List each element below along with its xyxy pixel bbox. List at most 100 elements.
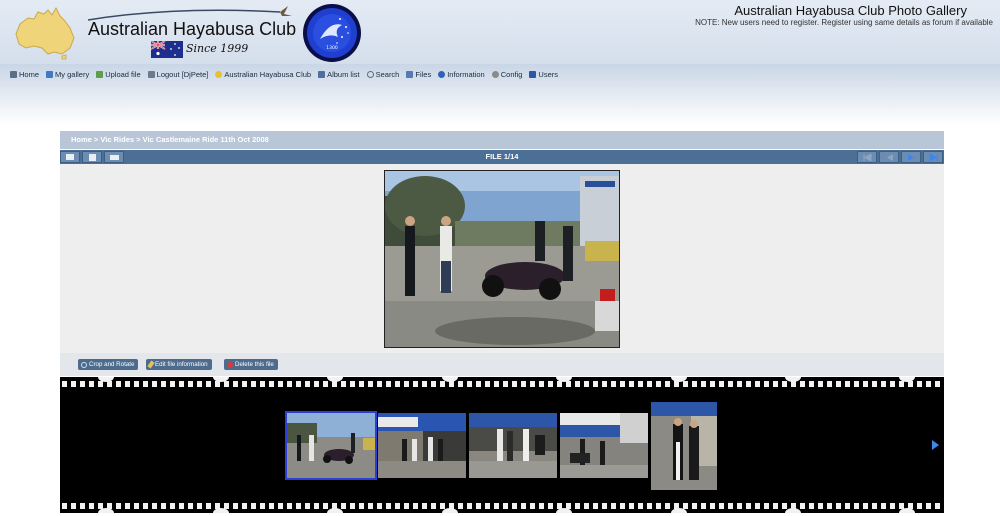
australia-map-logo [15,6,75,60]
film-sprocket-hole [872,503,877,509]
film-sprocket-hole [782,503,787,509]
first-file-button[interactable] [857,151,877,163]
breadcrumb-album-link[interactable]: Vic Rides [100,135,134,144]
film-sprocket-hole [665,381,670,387]
film-sprocket-hole [377,503,382,509]
film-sprocket-hole [404,381,409,387]
film-sprocket-hole [413,503,418,509]
film-sprocket-hole [575,503,580,509]
film-sprocket-hole [530,503,535,509]
delete-file-button[interactable]: Delete this file [224,359,278,370]
film-sprocket-hole [539,503,544,509]
info-icon [438,70,446,78]
film-sprockets-top [60,377,944,393]
film-sprocket-hole [566,381,571,387]
film-sprocket-hole [422,503,427,509]
breadcrumb: Home > Vic Rides > Vic Castlemaine Ride … [60,131,944,149]
film-sprocket-hole [80,503,85,509]
breadcrumb-current-album-link[interactable]: Vic Castlemaine Ride 11th Oct 2008 [143,135,269,144]
film-sprocket-hole [458,503,463,509]
film-sprocket-hole [395,503,400,509]
thumbnail-4[interactable] [560,413,648,478]
nav-club-label: Australian Hayabusa Club [224,69,312,79]
file-info-icon [88,153,96,161]
film-sprocket-hole [287,503,292,509]
film-sprocket-hole [647,503,652,509]
nav-my-gallery[interactable]: My gallery [46,70,89,79]
nav-logout[interactable]: Logout [DjPete] [147,70,208,79]
film-sprocket-hole [422,381,427,387]
nav-information[interactable]: Information [438,70,485,79]
film-sprocket-hole [692,381,697,387]
nav-users[interactable]: Users [529,70,558,79]
crop-and-rotate-button[interactable]: Crop and Rotate [78,359,139,370]
film-sprocket-hole [764,381,769,387]
next-file-button[interactable] [901,151,921,163]
nav-upload-label: Upload file [105,69,141,79]
film-sprocket-hole [431,381,436,387]
file-info-button[interactable] [82,151,102,163]
thumbnail-2[interactable] [378,413,466,478]
film-sprocket-hole [260,503,265,509]
film-notch [785,508,801,513]
thumbnail-3[interactable] [469,413,557,478]
return-to-thumbnails-button[interactable] [60,151,80,163]
film-sprocket-hole [728,381,733,387]
slideshow-button[interactable] [104,151,124,163]
film-sprocket-hole [827,503,832,509]
film-sprocket-hole [548,503,553,509]
nav-search[interactable]: Search [366,70,399,79]
nav-config[interactable]: Config [491,69,523,79]
nav-upload-file[interactable]: Upload file [96,69,141,79]
film-sprocket-hole [458,381,463,387]
film-sprocket-hole [251,503,256,509]
film-sprocket-hole [278,381,283,387]
thumbnail-1[interactable] [285,411,377,480]
film-sprocket-hole [629,503,634,509]
film-sprocket-hole [710,381,715,387]
film-sprocket-hole [89,381,94,387]
film-sprocket-hole [233,503,238,509]
nav-home[interactable]: Home [10,70,39,79]
slideshow-icon [109,154,119,160]
australian-flag-icon [150,40,183,58]
nav-config-label: Config [500,69,523,79]
film-sprocket-hole [557,381,562,387]
film-sprocket-hole [476,381,481,387]
edit-file-information-button[interactable]: Edit file information [146,359,212,370]
film-sprocket-hole [539,381,544,387]
album-list-icon [318,70,326,78]
film-strip-next-arrow[interactable] [932,440,939,450]
film-sprocket-hole [701,503,706,509]
film-sprocket-hole [746,503,751,509]
previous-file-button[interactable] [879,151,899,163]
main-photo[interactable] [384,170,620,348]
film-sprocket-hole [593,381,598,387]
film-sprocket-hole [467,503,472,509]
film-sprocket-hole [107,503,112,509]
film-sprocket-hole [620,503,625,509]
film-sprocket-hole [521,503,526,509]
film-sprocket-hole [818,381,823,387]
film-sprocket-hole [611,381,616,387]
nav-australian-hayabusa-club[interactable]: Australian Hayabusa Club [215,70,311,79]
logout-icon [147,70,155,78]
film-sprocket-hole [692,503,697,509]
breadcrumb-home-link[interactable]: Home [71,135,92,144]
film-sprocket-hole [125,381,130,387]
film-sprocket-hole [296,381,301,387]
film-sprocket-hole [440,381,445,387]
users-icon [529,70,537,78]
nav-album-list[interactable]: Album list [318,70,360,79]
nav-files[interactable]: Files [406,70,431,79]
delete-file-label: Delete this file [235,361,274,368]
thumbnail-5[interactable] [651,402,717,490]
nav-album-list-label: Album list [327,69,360,79]
film-sprocket-hole [485,503,490,509]
last-file-button[interactable] [923,151,943,163]
film-sprocket-hole [197,503,202,509]
film-sprocket-hole [197,381,202,387]
since-year-text: Since 1999 [186,42,249,55]
thumbnail-2-image [378,413,466,478]
nav-information-label: Information [447,69,485,79]
